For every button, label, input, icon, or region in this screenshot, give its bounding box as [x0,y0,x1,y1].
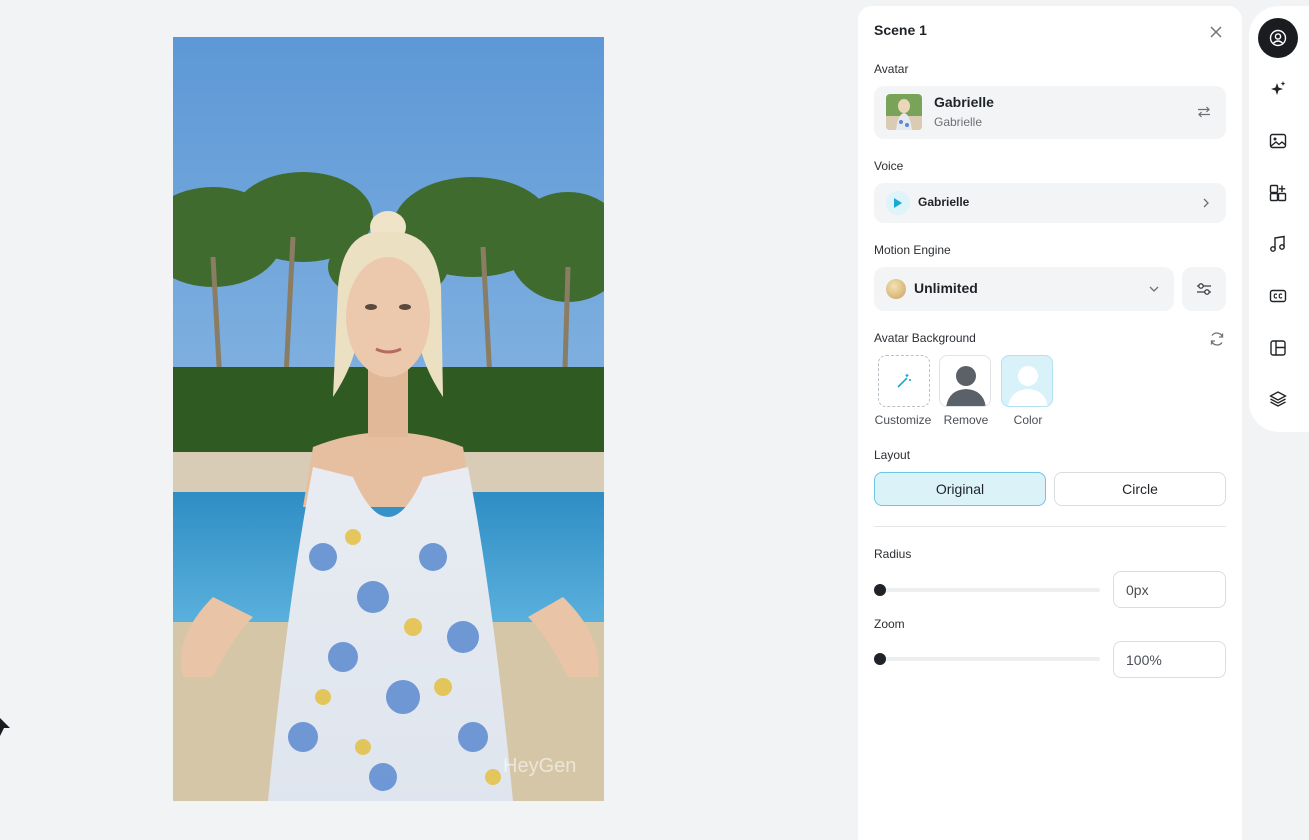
rail-ai-button[interactable] [1258,69,1298,109]
avatar-icon [1269,29,1287,47]
panel-title: Scene 1 [874,22,927,38]
close-icon [1210,26,1222,38]
avatar-name: Gabrielle [934,94,994,110]
svg-text:HeyGen: HeyGen [503,755,576,777]
voice-play-button[interactable] [886,191,910,215]
sliders-icon [1197,283,1211,295]
panel-header: Scene 1 [874,22,1226,42]
sparkle-icon [1271,81,1286,95]
person-silhouette-icon [1008,366,1048,406]
elements-icon [1269,184,1287,202]
zoom-slider[interactable] [874,653,1100,665]
canvas-area: HeyGen [0,0,858,840]
radius-slider-thumb[interactable] [874,584,886,596]
rail-elements-button[interactable] [1258,173,1298,213]
background-remove-option[interactable] [939,355,991,407]
voice-name: Gabrielle [918,195,970,209]
zoom-input[interactable]: 100% [1113,641,1226,678]
captions-icon [1269,289,1287,303]
swap-avatar-button[interactable] [1194,102,1214,122]
layout-original-button[interactable]: Original [874,472,1046,506]
radius-input[interactable]: 0px [1113,571,1226,608]
swap-icon [1198,106,1210,118]
rail-media-button[interactable] [1258,121,1298,161]
avatar-look-name: Gabrielle [934,115,983,129]
magic-wand-icon [897,374,911,388]
background-option-label: Customize [874,413,932,427]
avatar-card[interactable]: Gabrielle Gabrielle [874,86,1226,139]
rail-avatar-button[interactable] [1258,18,1298,58]
avatar-background-label: Avatar Background [874,331,976,345]
motion-engine-label: Motion Engine [874,243,951,257]
background-customize-option[interactable] [878,355,930,407]
rail-music-button[interactable] [1258,224,1298,264]
avatar-preview-image: HeyGen [173,37,604,801]
layout-circle-button[interactable]: Circle [1054,472,1226,506]
motion-engine-dropdown[interactable]: Unlimited [874,267,1174,311]
scene-properties-panel: Scene 1 Avatar Gabrielle Gabrielle Voice [858,6,1242,840]
background-option-label: Remove [943,413,989,427]
radius-slider[interactable] [874,584,1100,596]
pointer-cursor-icon [0,718,10,736]
rail-layout-button[interactable] [1258,328,1298,368]
layout-icon [1270,340,1286,356]
reset-background-button[interactable] [1208,330,1226,348]
chevron-down-icon [1146,281,1162,297]
rail-captions-button[interactable] [1258,276,1298,316]
voice-section-label: Voice [874,159,904,173]
close-button[interactable] [1206,22,1226,42]
tool-rail [1249,6,1309,432]
motion-engine-icon [886,279,906,299]
chevron-right-icon [1198,195,1214,211]
motion-engine-value: Unlimited [914,280,978,296]
zoom-label: Zoom [874,617,905,631]
music-icon [1270,235,1285,252]
avatar-section-label: Avatar [874,62,909,76]
image-icon [1269,133,1287,149]
layers-icon [1269,391,1287,407]
avatar-thumbnail [886,94,922,130]
play-icon [894,198,902,208]
voice-selector[interactable]: Gabrielle [874,183,1226,223]
background-option-label: Color [1013,413,1043,427]
avatar-video-preview[interactable]: HeyGen [173,37,604,801]
motion-engine-settings-button[interactable] [1182,267,1226,311]
zoom-slider-thumb[interactable] [874,653,886,665]
background-color-option[interactable] [1001,355,1053,407]
rail-layers-button[interactable] [1258,379,1298,419]
divider [874,526,1226,527]
layout-label: Layout [874,448,911,462]
refresh-icon [1210,332,1224,346]
person-silhouette-icon [946,366,986,406]
radius-label: Radius [874,547,912,561]
